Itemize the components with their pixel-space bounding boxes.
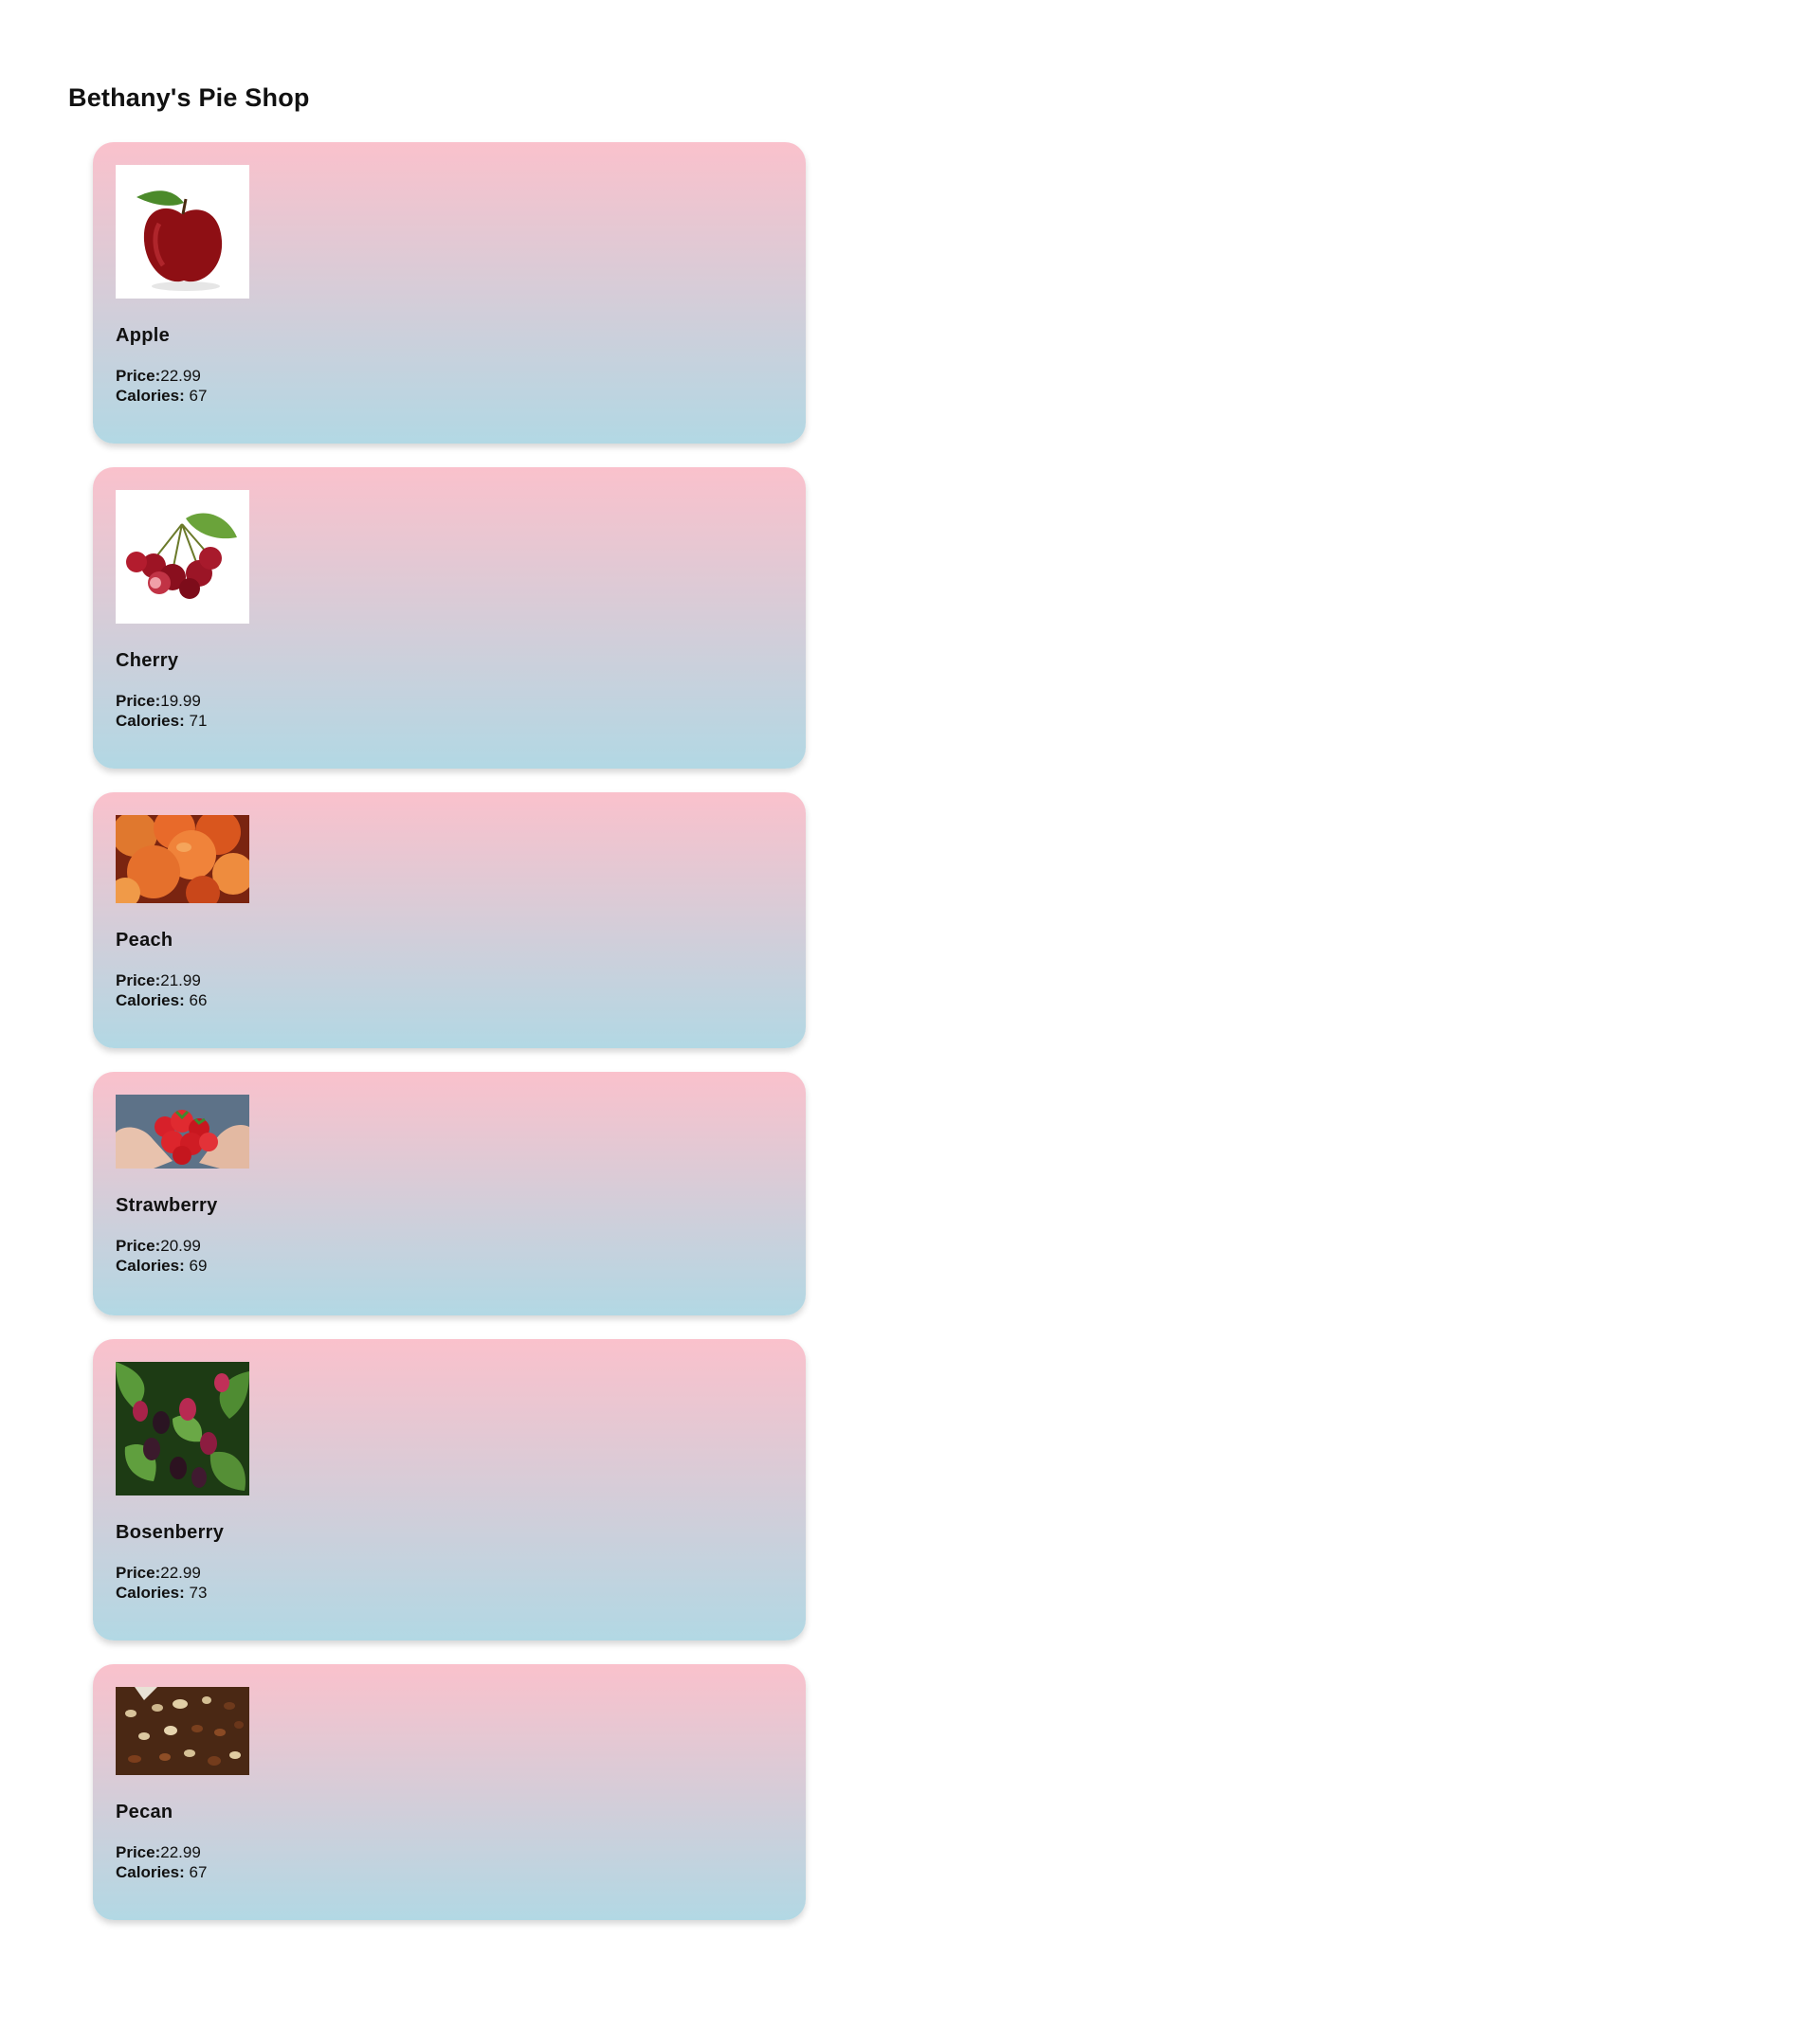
pie-name: Peach (116, 930, 173, 951)
page-title: Bethany's Pie Shop (68, 83, 310, 112)
pie-card-list: Apple Price:22.99 Calories: 67 Cherry Pr… (93, 142, 806, 1944)
pie-name: Cherry (116, 650, 179, 671)
price-value: 21.99 (160, 971, 201, 989)
calories-row: Calories: 66 (116, 990, 783, 1010)
pie-card[interactable]: Pecan Price:22.99 Calories: 67 (93, 1664, 806, 1920)
calories-value: 73 (189, 1584, 208, 1602)
calories-row: Calories: 69 (116, 1256, 783, 1276)
calories-value: 66 (189, 991, 208, 1009)
pecan-image (116, 1687, 249, 1775)
price-row: Price:22.99 (116, 366, 783, 386)
calories-row: Calories: 73 (116, 1583, 783, 1603)
price-value: 22.99 (160, 1843, 201, 1861)
calories-row: Calories: 71 (116, 711, 783, 731)
pie-stats: Price:19.99 Calories: 71 (116, 691, 783, 731)
calories-label: Calories: (116, 991, 185, 1009)
cherry-image (116, 490, 249, 624)
price-label: Price: (116, 692, 161, 710)
pie-name: Strawberry (116, 1195, 218, 1216)
calories-value: 69 (189, 1257, 208, 1275)
pie-stats: Price:22.99 Calories: 73 (116, 1563, 783, 1603)
price-row: Price:19.99 (116, 691, 783, 711)
pie-card[interactable]: Apple Price:22.99 Calories: 67 (93, 142, 806, 444)
pie-card[interactable]: Bosenberry Price:22.99 Calories: 73 (93, 1339, 806, 1640)
price-row: Price:20.99 (116, 1236, 783, 1256)
price-value: 22.99 (160, 367, 201, 385)
price-label: Price: (116, 1564, 161, 1582)
apple-image (116, 165, 249, 299)
price-value: 20.99 (160, 1237, 201, 1255)
calories-row: Calories: 67 (116, 386, 783, 406)
pie-name: Bosenberry (116, 1522, 225, 1543)
price-value: 22.99 (160, 1564, 201, 1582)
calories-label: Calories: (116, 1584, 185, 1602)
calories-label: Calories: (116, 1863, 185, 1881)
pie-stats: Price:22.99 Calories: 67 (116, 366, 783, 406)
calories-row: Calories: 67 (116, 1862, 783, 1882)
pie-name: Apple (116, 325, 171, 346)
pie-stats: Price:20.99 Calories: 69 (116, 1236, 783, 1276)
pie-stats: Price:22.99 Calories: 67 (116, 1842, 783, 1882)
calories-label: Calories: (116, 1257, 185, 1275)
price-label: Price: (116, 367, 161, 385)
calories-value: 67 (189, 1863, 208, 1881)
price-label: Price: (116, 1237, 161, 1255)
calories-label: Calories: (116, 712, 185, 730)
price-label: Price: (116, 971, 161, 989)
price-row: Price:22.99 (116, 1563, 783, 1583)
calories-value: 67 (189, 387, 208, 405)
pie-card[interactable]: Cherry Price:19.99 Calories: 71 (93, 467, 806, 769)
pie-name: Pecan (116, 1802, 173, 1822)
pie-card[interactable]: Peach Price:21.99 Calories: 66 (93, 792, 806, 1048)
strawberry-image (116, 1095, 249, 1169)
pie-card[interactable]: Strawberry Price:20.99 Calories: 69 (93, 1072, 806, 1315)
pie-stats: Price:21.99 Calories: 66 (116, 970, 783, 1010)
price-label: Price: (116, 1843, 161, 1861)
price-row: Price:22.99 (116, 1842, 783, 1862)
peach-image (116, 815, 249, 903)
calories-label: Calories: (116, 387, 185, 405)
price-row: Price:21.99 (116, 970, 783, 990)
calories-value: 71 (189, 712, 208, 730)
price-value: 19.99 (160, 692, 201, 710)
bosenberry-image (116, 1362, 249, 1495)
